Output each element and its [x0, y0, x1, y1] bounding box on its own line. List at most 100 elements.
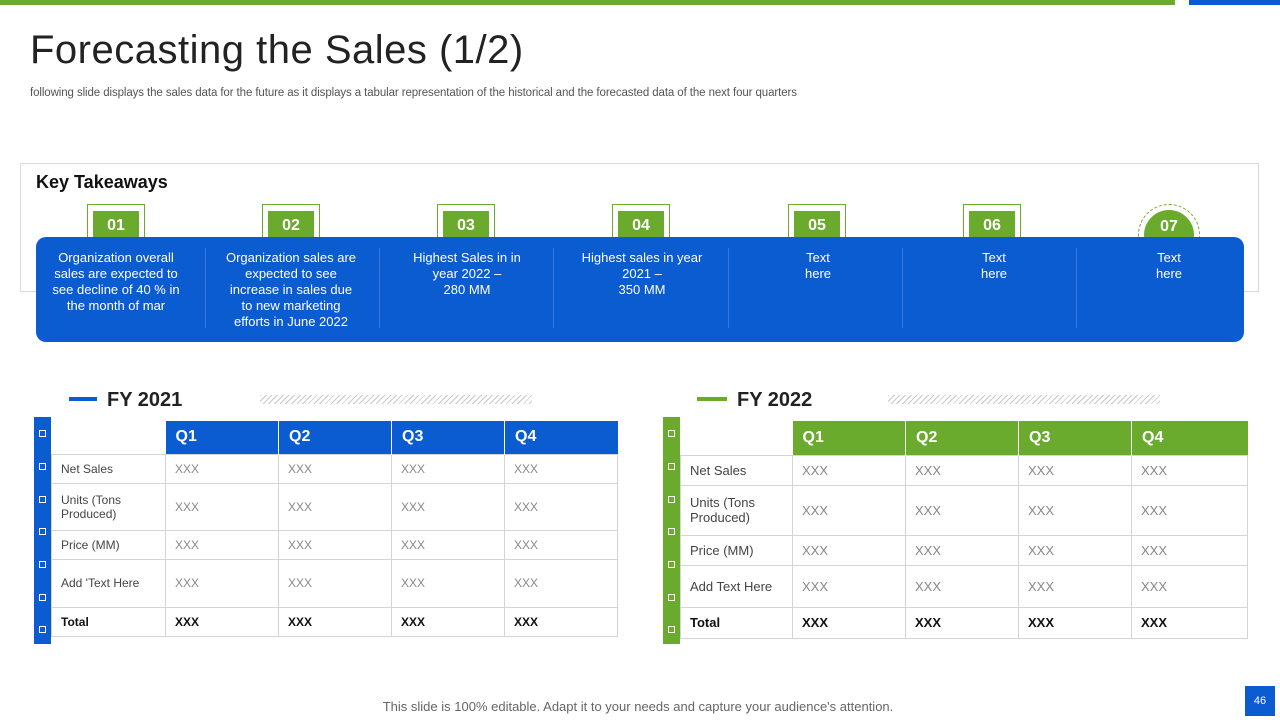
row-label: Net Sales: [51, 453, 166, 484]
takeaway-text-7: Text here: [1155, 250, 1183, 281]
table-cell: XXX: [504, 529, 618, 560]
takeaway-text-1: Organization overall sales are expected t…: [52, 250, 180, 313]
fy2022-title: FY 2022: [737, 389, 813, 411]
table-cell: XXX: [1018, 484, 1132, 536]
fy2021-table: Q1 Q2 Q3 Q4 Net Sales XXX XXX XXX XXX Un…: [51, 421, 618, 637]
table-cell: XXX: [905, 606, 1019, 639]
column-divider: [1076, 248, 1077, 328]
column-header: Q4: [1131, 421, 1248, 455]
table-cell: XXX: [391, 453, 505, 484]
column-header: Q4: [504, 421, 618, 454]
table-cell: XXX: [504, 453, 618, 484]
table-cell: XXX: [792, 564, 906, 608]
column-header: Q2: [905, 421, 1019, 455]
table-cell: XXX: [391, 606, 505, 637]
table-cell: XXX: [504, 606, 618, 637]
table-cell: XXX: [905, 454, 1019, 486]
table-cell: XXX: [391, 529, 505, 560]
row-label: Units (Tons Produced): [680, 484, 793, 536]
page-number: 46: [1245, 686, 1275, 716]
row-label: Price (MM): [51, 529, 166, 560]
table-cell: XXX: [278, 606, 392, 637]
table-cell: XXX: [905, 564, 1019, 608]
table-cell: XXX: [278, 529, 392, 560]
rail-marker: [668, 626, 675, 633]
rail-marker: [668, 561, 675, 568]
table-cell: XXX: [1018, 534, 1132, 566]
row-label: Price (MM): [680, 534, 793, 566]
table-cell: XXX: [792, 454, 906, 486]
takeaway-text-3: Highest Sales in in year 2022 –280 MM: [413, 250, 521, 297]
table-cell: XXX: [504, 482, 618, 531]
slide-subtitle: following slide displays the sales data …: [30, 87, 797, 99]
table-row: Price (MM) XXX XXX XXX XXX: [51, 529, 618, 560]
column-header: Q2: [278, 421, 392, 454]
column-header: Q1: [792, 421, 906, 455]
column-divider: [205, 248, 206, 328]
fy2021-accent-line: [69, 397, 97, 401]
rail-marker: [668, 496, 675, 503]
column-header: Q3: [1018, 421, 1132, 455]
table-cell: XXX: [792, 534, 906, 566]
takeaway-number-badge: 03: [443, 211, 489, 239]
table-cell: XXX: [1018, 454, 1132, 486]
table-cell: XXX: [391, 558, 505, 608]
rail-marker: [39, 561, 46, 568]
takeaway-number-badge: 01: [93, 211, 139, 239]
rail-marker: [39, 463, 46, 470]
table-cell: XXX: [1131, 454, 1248, 486]
rail-marker: [39, 528, 46, 535]
column-divider: [553, 248, 554, 328]
rail-marker: [668, 430, 675, 437]
takeaway-number-badge: 06: [969, 211, 1015, 239]
hatch-decoration: [260, 395, 532, 404]
table-row: Units (Tons Produced) XXX XXX XXX XXX: [680, 484, 1248, 536]
takeaway-number-badge: 04: [618, 211, 664, 239]
slide-title: Forecasting the Sales (1/2): [30, 28, 524, 72]
hatch-decoration: [888, 395, 1160, 404]
table-cell: XXX: [278, 453, 392, 484]
table-row: Units (Tons Produced) XXX XXX XXX XXX: [51, 482, 618, 531]
header-blank: [681, 421, 793, 455]
rail-marker: [668, 594, 675, 601]
table-cell: XXX: [504, 558, 618, 608]
rail-marker: [668, 528, 675, 535]
rail-marker: [668, 463, 675, 470]
rail-marker: [39, 430, 46, 437]
fy2021-title: FY 2021: [107, 389, 183, 411]
table-cell: XXX: [278, 482, 392, 531]
takeaway-text-4: Highest sales in year 2021 –350 MM: [581, 250, 703, 297]
table-cell: XXX: [905, 484, 1019, 536]
row-label: Total: [680, 606, 793, 639]
row-label: Add 'Text Here: [51, 558, 166, 608]
takeaway-text-5: Text here: [804, 250, 832, 281]
table-cell: XXX: [792, 606, 906, 639]
table-cell: XXX: [278, 558, 392, 608]
table-cell: XXX: [1131, 534, 1248, 566]
table-cell: XXX: [165, 606, 279, 637]
rail-marker: [39, 594, 46, 601]
rail-marker: [39, 626, 46, 633]
table-row-total: Total XXX XXX XXX XXX: [51, 606, 618, 637]
table-row: Net Sales XXX XXX XXX XXX: [680, 454, 1248, 486]
footer-note: This slide is 100% editable. Adapt it to…: [382, 699, 894, 714]
header-blank: [52, 421, 166, 454]
table-cell: XXX: [165, 558, 279, 608]
top-accent-bar-blue: [1189, 0, 1280, 5]
table-cell: XXX: [1018, 564, 1132, 608]
fy2022-table: Q1 Q2 Q3 Q4 Net Sales XXX XXX XXX XXX Un…: [680, 421, 1248, 639]
takeaway-number-badge: 05: [794, 211, 840, 239]
takeaway-number-badge: 02: [268, 211, 314, 239]
table-cell: XXX: [792, 484, 906, 536]
table-cell: XXX: [905, 534, 1019, 566]
row-label: Net Sales: [680, 454, 793, 486]
table-row: Add 'Text Here XXX XXX XXX XXX: [51, 558, 618, 608]
column-divider: [728, 248, 729, 328]
table-header-row: Q1 Q2 Q3 Q4: [681, 421, 1248, 455]
row-label: Add Text Here: [680, 564, 793, 608]
key-takeaways-heading: Key Takeaways: [36, 172, 168, 192]
column-header: Q1: [165, 421, 279, 454]
table-header-row: Q1 Q2 Q3 Q4: [52, 421, 618, 454]
table-cell: XXX: [1018, 606, 1132, 639]
takeaway-text-2: Organization sales are expected to see inc…: [225, 250, 357, 329]
